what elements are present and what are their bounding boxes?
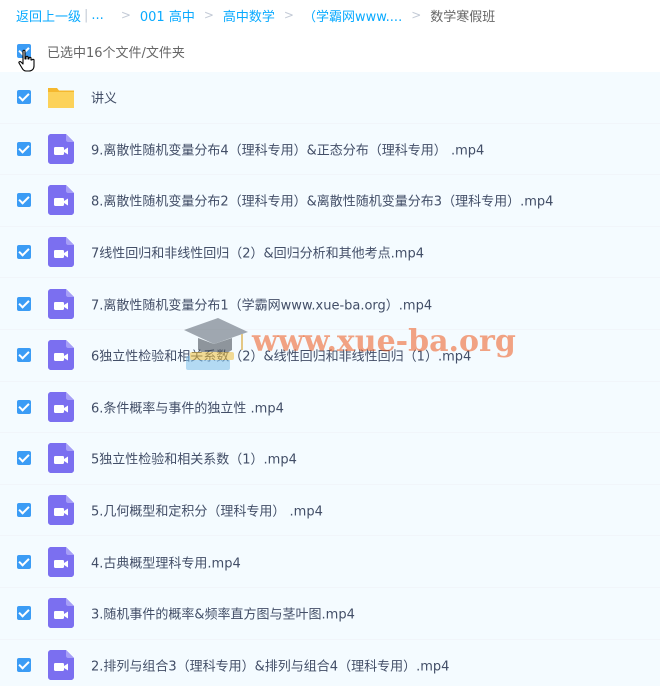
video-file-icon bbox=[48, 495, 74, 526]
file-name[interactable]: 4.古典概型理科专用.mp4 bbox=[91, 552, 241, 571]
file-browser: 返回上一级 | ... > 001 高中 > 高中数学 > （学霸网www...… bbox=[0, 0, 660, 686]
row-checkbox[interactable] bbox=[17, 90, 31, 105]
video-file-icon bbox=[48, 288, 74, 319]
row-checkbox[interactable] bbox=[17, 245, 31, 260]
file-row[interactable]: 3.随机事件的概率&频率直方图与茎叶图.mp4 bbox=[0, 587, 660, 640]
video-file-icon bbox=[48, 649, 74, 680]
file-row[interactable]: 6独立性检验和相关系数（2）&线性回归和非线性回归（1）.mp4 bbox=[0, 329, 660, 382]
video-file-icon bbox=[48, 443, 74, 474]
row-checkbox[interactable] bbox=[17, 193, 31, 208]
chevron-right-icon: > bbox=[411, 8, 422, 22]
file-row[interactable]: 5.几何概型和定积分（理科专用） .mp4 bbox=[0, 484, 660, 537]
video-file-icon bbox=[48, 133, 74, 164]
video-file-icon bbox=[48, 598, 74, 629]
file-row[interactable]: 8.离散性随机变量分布2（理科专用）&离散性随机变量分布3（理科专用）.mp4 bbox=[0, 175, 660, 227]
breadcrumb-item-math[interactable]: 高中数学 bbox=[223, 6, 275, 25]
chevron-right-icon: > bbox=[203, 8, 214, 22]
file-row[interactable]: 9.离散性随机变量分布4（理科专用）&正态分布（理科专用） .mp4 bbox=[0, 123, 660, 176]
video-file-icon bbox=[48, 546, 74, 577]
back-link[interactable]: 返回上一级 bbox=[16, 6, 81, 25]
video-file-icon bbox=[48, 185, 74, 216]
file-name[interactable]: 5.几何概型和定积分（理科专用） .mp4 bbox=[91, 501, 323, 520]
file-name[interactable]: 3.随机事件的概率&频率直方图与茎叶图.mp4 bbox=[91, 604, 355, 623]
file-name[interactable]: 8.离散性随机变量分布2（理科专用）&离散性随机变量分布3（理科专用）.mp4 bbox=[91, 191, 553, 210]
hand-pointer-icon bbox=[18, 49, 35, 72]
file-name[interactable]: 7.离散性随机变量分布1（学霸网www.xue-ba.org）.mp4 bbox=[91, 294, 432, 313]
video-file-icon bbox=[48, 391, 74, 422]
breadcrumb-current: 数学寒假班 bbox=[430, 9, 496, 25]
file-row[interactable]: 5独立性检验和相关系数（1）.mp4 bbox=[0, 433, 660, 485]
row-checkbox[interactable] bbox=[17, 399, 31, 414]
chevron-right-icon: > bbox=[120, 8, 131, 22]
breadcrumb-item-xueba[interactable]: （学霸网www.... bbox=[303, 6, 402, 25]
folder-icon bbox=[48, 82, 74, 112]
row-checkbox[interactable] bbox=[17, 503, 31, 518]
row-checkbox[interactable] bbox=[17, 657, 31, 672]
file-row[interactable]: 7.离散性随机变量分布1（学霸网www.xue-ba.org）.mp4 bbox=[0, 278, 660, 330]
file-row[interactable]: 2.排列与组合3（理科专用）&排列与组合4（理科专用）.mp4 bbox=[0, 639, 660, 686]
file-name[interactable]: 9.离散性随机变量分布4（理科专用）&正态分布（理科专用） .mp4 bbox=[91, 139, 484, 158]
file-name[interactable]: 7线性回归和非线性回归（2）&回归分析和其他考点.mp4 bbox=[91, 243, 424, 262]
selection-header: 已选中16个文件/文件夹 bbox=[0, 38, 660, 72]
folder-row[interactable]: 讲义 bbox=[0, 72, 660, 124]
file-row[interactable]: 6.条件概率与事件的独立性 .mp4 bbox=[0, 381, 660, 434]
file-row[interactable]: 7线性回归和非线性回归（2）&回归分析和其他考点.mp4 bbox=[0, 226, 660, 279]
breadcrumb: 返回上一级 | ... > 001 高中 > 高中数学 > （学霸网www...… bbox=[16, 5, 495, 25]
file-list: 讲义 9.离散性随机变量分布4（理科专用）&正态分布（理科专用） .mp4 8.离散… bbox=[0, 72, 660, 686]
chevron-right-icon: > bbox=[283, 8, 294, 22]
row-checkbox[interactable] bbox=[17, 296, 31, 311]
video-file-icon bbox=[48, 237, 74, 268]
row-checkbox[interactable] bbox=[17, 554, 31, 569]
row-checkbox[interactable] bbox=[17, 606, 31, 621]
row-checkbox[interactable] bbox=[17, 451, 31, 466]
row-checkbox[interactable] bbox=[17, 141, 31, 156]
file-name[interactable]: 6.条件概率与事件的独立性 .mp4 bbox=[91, 397, 284, 416]
row-checkbox[interactable] bbox=[17, 348, 31, 363]
video-file-icon bbox=[48, 340, 74, 371]
file-name[interactable]: 讲义 bbox=[91, 88, 117, 107]
file-row[interactable]: 4.古典概型理科专用.mp4 bbox=[0, 536, 660, 588]
breadcrumb-divider: | bbox=[84, 7, 89, 23]
file-name[interactable]: 6独立性检验和相关系数（2）&线性回归和非线性回归（1）.mp4 bbox=[91, 346, 471, 365]
selection-count-text: 已选中16个文件/文件夹 bbox=[47, 46, 185, 61]
breadcrumb-ellipsis[interactable]: ... bbox=[91, 8, 103, 23]
file-name[interactable]: 2.排列与组合3（理科专用）&排列与组合4（理科专用）.mp4 bbox=[91, 655, 449, 674]
file-name[interactable]: 5独立性检验和相关系数（1）.mp4 bbox=[91, 449, 297, 468]
breadcrumb-item-high-school[interactable]: 001 高中 bbox=[140, 6, 195, 25]
